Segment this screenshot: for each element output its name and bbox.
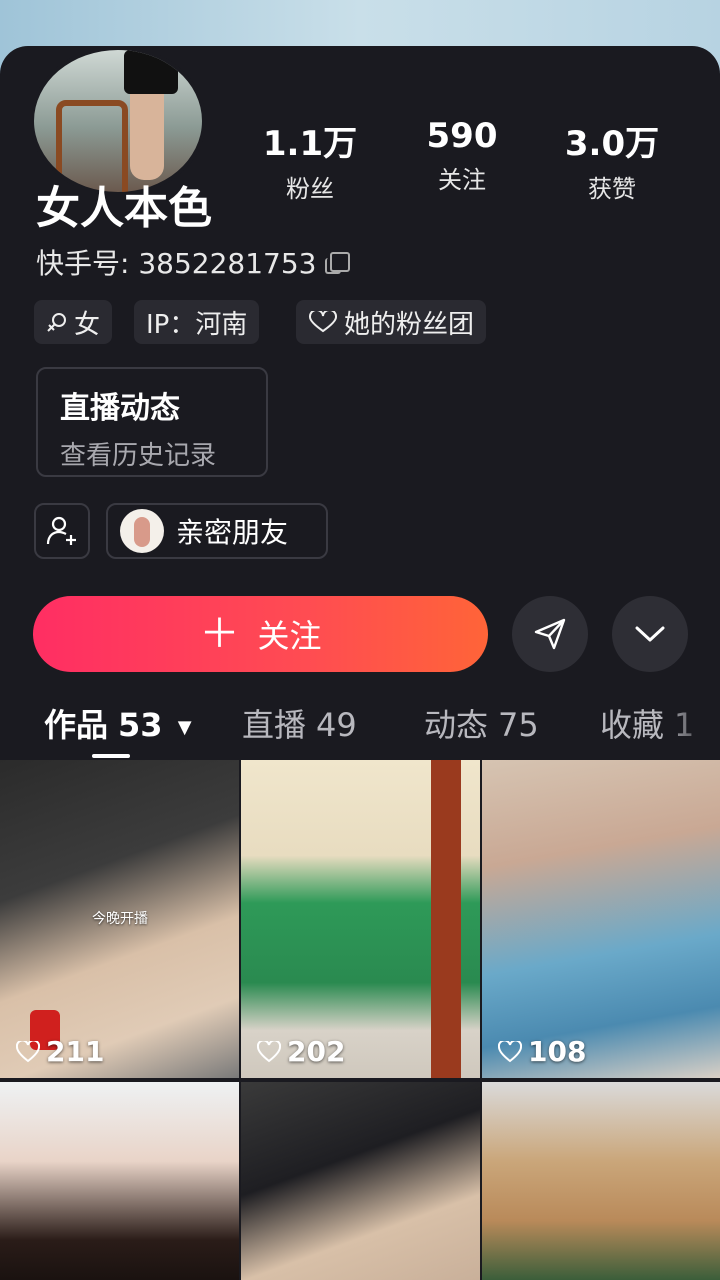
tab-works[interactable]: 作品 53 ▼ bbox=[44, 700, 192, 746]
kuaishou-id-row[interactable]: 快手号: 3852281753 bbox=[36, 242, 351, 282]
likes-count: 3.0万 bbox=[564, 124, 660, 164]
video-overlay-text: 今晚开播 bbox=[92, 911, 148, 927]
close-friend-button[interactable]: 亲密朋友 bbox=[106, 503, 328, 559]
tag-fan-club[interactable]: 她的粉丝团 bbox=[296, 300, 487, 344]
plus-icon: ＋ bbox=[199, 611, 240, 657]
tab-live-label: 直播 bbox=[242, 706, 307, 744]
tab-moments-label: 动态 bbox=[424, 706, 489, 744]
female-icon bbox=[47, 313, 66, 332]
stat-followers[interactable]: 1.1万 粉丝 bbox=[250, 116, 370, 204]
caret-down-icon: ▼ bbox=[177, 716, 192, 738]
video-likes-count: 211 bbox=[46, 1035, 105, 1068]
heart-outline-icon bbox=[16, 1040, 40, 1062]
add-user-icon bbox=[46, 516, 76, 545]
video-likes: 211 bbox=[16, 1035, 104, 1068]
tab-moments[interactable]: 动态 75 bbox=[424, 700, 539, 746]
content-tabs: 作品53 ▼ 直播49 动态75 收藏1 bbox=[0, 700, 720, 756]
avatar-photo-detail bbox=[124, 50, 178, 94]
tag-gender-label: 女 bbox=[74, 309, 101, 340]
stat-following[interactable]: 590 关注 bbox=[402, 116, 522, 195]
tabs-fade bbox=[660, 696, 720, 756]
video-likes: 202 bbox=[257, 1035, 345, 1068]
followers-count: 1.1万 bbox=[262, 124, 358, 164]
video-thumbnail[interactable] bbox=[0, 1082, 239, 1280]
video-likes-count: 108 bbox=[528, 1035, 587, 1068]
tab-works-label: 作品 bbox=[44, 706, 109, 744]
live-history-subtitle: 查看历史记录 bbox=[60, 441, 217, 471]
video-thumbnail[interactable] bbox=[482, 1082, 720, 1280]
active-tab-indicator bbox=[92, 754, 130, 758]
thumbnail-detail bbox=[431, 760, 461, 1078]
tag-fan-club-label: 她的粉丝团 bbox=[344, 309, 475, 340]
tab-live-count: 49 bbox=[316, 706, 357, 744]
followers-label: 粉丝 bbox=[286, 175, 334, 203]
more-button[interactable] bbox=[612, 596, 688, 672]
tag-ip-label: IP：河南 bbox=[146, 309, 248, 340]
following-count: 590 bbox=[426, 116, 498, 156]
friend-avatar bbox=[120, 509, 164, 553]
video-likes-count: 202 bbox=[287, 1035, 346, 1068]
tab-moments-count: 75 bbox=[498, 706, 539, 744]
kuaishou-id: 快手号: 3852281753 bbox=[36, 247, 317, 280]
stat-likes[interactable]: 3.0万 获赞 bbox=[552, 116, 672, 204]
tab-works-count: 53 bbox=[118, 706, 163, 744]
add-friend-button[interactable] bbox=[34, 503, 90, 559]
follow-button[interactable]: ＋ 关注 bbox=[33, 596, 488, 672]
video-thumbnail[interactable]: 108 bbox=[482, 760, 720, 1078]
tab-favorites-label: 收藏 bbox=[600, 706, 665, 744]
follow-label: 关注 bbox=[257, 617, 322, 655]
profile-name: 女人本色 bbox=[36, 183, 212, 234]
share-button[interactable] bbox=[512, 596, 588, 672]
copy-icon[interactable] bbox=[325, 252, 351, 274]
video-thumbnail[interactable] bbox=[241, 1082, 480, 1280]
video-thumbnail[interactable]: 202 bbox=[241, 760, 480, 1078]
tag-gender: 女 bbox=[34, 300, 113, 344]
send-icon bbox=[534, 618, 566, 650]
video-grid: 今晚开播 211 202 108 bbox=[0, 760, 720, 1280]
following-label: 关注 bbox=[438, 166, 486, 194]
heart-outline-icon bbox=[498, 1040, 522, 1062]
likes-label: 获赞 bbox=[588, 175, 636, 203]
close-friend-label: 亲密朋友 bbox=[176, 516, 289, 549]
video-likes: 108 bbox=[498, 1035, 586, 1068]
chevron-down-icon bbox=[635, 626, 665, 642]
tag-ip: IP：河南 bbox=[134, 300, 260, 344]
tab-live[interactable]: 直播 49 bbox=[242, 700, 357, 746]
video-thumbnail[interactable]: 今晚开播 211 bbox=[0, 760, 239, 1078]
heart-outline-icon bbox=[257, 1040, 281, 1062]
heart-icon bbox=[309, 311, 337, 333]
live-history-card[interactable]: 直播动态 查看历史记录 bbox=[36, 367, 268, 477]
live-history-title: 直播动态 bbox=[60, 391, 180, 426]
